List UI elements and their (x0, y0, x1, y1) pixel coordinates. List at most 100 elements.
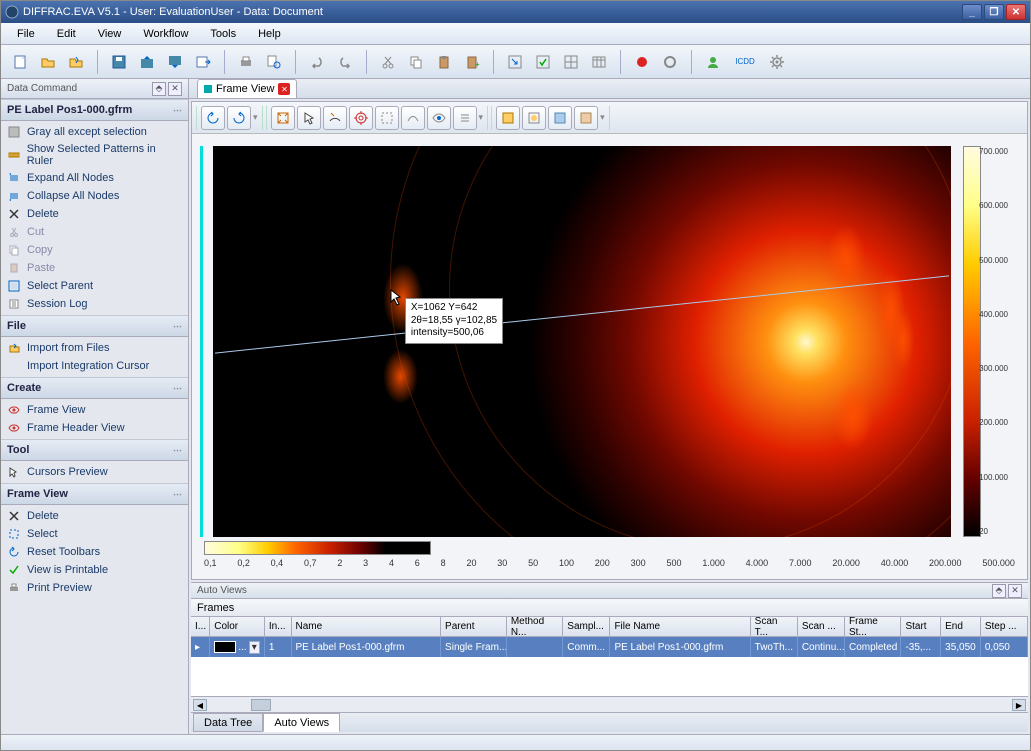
rotate-right-button[interactable] (227, 106, 251, 130)
select-arc-button[interactable] (323, 106, 347, 130)
close-sidebar-button[interactable]: ✕ (168, 82, 182, 96)
scale-sqrt-button[interactable] (548, 106, 572, 130)
panel-tool[interactable]: Tool⋯ (1, 440, 188, 461)
cmd-delete[interactable]: Delete (1, 205, 188, 223)
record2-button[interactable] (657, 49, 683, 75)
cmd-show-selected-patterns-in-ruler[interactable]: Show Selected Patterns in Ruler (1, 141, 188, 169)
col-8[interactable]: Scan T... (751, 617, 798, 636)
col-1[interactable]: Color (210, 617, 265, 636)
copy-button[interactable] (403, 49, 429, 75)
menu-help[interactable]: Help (248, 25, 291, 43)
cmd-paste[interactable]: Paste (1, 259, 188, 277)
cmd-collapse-all-nodes[interactable]: Collapse All Nodes (1, 187, 188, 205)
tab-data-tree[interactable]: Data Tree (193, 713, 263, 732)
menu-view[interactable]: View (88, 25, 132, 43)
table-tool-button[interactable] (586, 49, 612, 75)
paste-plus-button[interactable]: + (459, 49, 485, 75)
minimize-button[interactable]: _ (962, 4, 982, 20)
tab-frame-view[interactable]: Frame View ✕ (197, 79, 297, 98)
save-button[interactable] (106, 49, 132, 75)
cmd-view-is-printable[interactable]: View is Printable (1, 561, 188, 579)
open-button[interactable] (35, 49, 61, 75)
cmd-gray-all-except-selection[interactable]: Gray all except selection (1, 123, 188, 141)
fit-button[interactable] (271, 106, 295, 130)
print-preview-button[interactable] (261, 49, 287, 75)
cursor-tool-button[interactable] (502, 49, 528, 75)
col-4[interactable]: Parent (441, 617, 507, 636)
pointer-button[interactable] (297, 106, 321, 130)
grid-tool-button[interactable] (558, 49, 584, 75)
close-tab-button[interactable]: ✕ (278, 83, 290, 95)
cmd-select-parent[interactable]: Select Parent (1, 277, 188, 295)
cmd-import-from-files[interactable]: Import from Files (1, 339, 188, 357)
cmd-frame-view[interactable]: Frame View (1, 401, 188, 419)
new-doc-button[interactable] (7, 49, 33, 75)
cmd-print-preview[interactable]: Print Preview (1, 579, 188, 597)
record-button[interactable] (629, 49, 655, 75)
undo-button[interactable] (304, 49, 330, 75)
save-up-button[interactable] (134, 49, 160, 75)
import-button[interactable] (63, 49, 89, 75)
rotate-left-button[interactable] (201, 106, 225, 130)
panel-file[interactable]: File⋯ (1, 316, 188, 337)
path-button[interactable] (401, 106, 425, 130)
pin-button[interactable]: ⬘ (152, 82, 166, 96)
col-13[interactable]: Step ... (981, 617, 1028, 636)
col-5[interactable]: Method N... (507, 617, 563, 636)
scale-custom-button[interactable] (574, 106, 598, 130)
col-0[interactable]: I... (191, 617, 210, 636)
cmd-copy[interactable]: Copy (1, 241, 188, 259)
cmd-frame-header-view[interactable]: Frame Header View (1, 419, 188, 437)
icdd-button[interactable]: ICDD (728, 49, 762, 75)
menu-file[interactable]: File (7, 25, 45, 43)
table-row[interactable]: ▸...▾1PE Label Pos1-000.gfrmSingle Fram.… (191, 637, 1028, 657)
list-button[interactable] (453, 106, 477, 130)
cmd-import-integration-cursor[interactable]: Import Integration Cursor (1, 357, 188, 375)
scroll-thumb[interactable] (251, 699, 271, 711)
frames-header[interactable]: Frames (191, 599, 1028, 617)
user-button[interactable] (700, 49, 726, 75)
horizontal-scrollbar[interactable]: ◀ ▶ (191, 696, 1028, 712)
close-button[interactable]: ✕ (1006, 4, 1026, 20)
panel-file-header[interactable]: PE Label Pos1-000.gfrm ⋯ (1, 100, 188, 121)
cmd-reset-toolbars[interactable]: Reset Toolbars (1, 543, 188, 561)
region-button[interactable] (375, 106, 399, 130)
diffraction-image[interactable]: X=1062 Y=642 2θ=18,55 γ=102,85 intensity… (213, 146, 951, 537)
panel-frame-view[interactable]: Frame View⋯ (1, 484, 188, 505)
cut-button[interactable] (375, 49, 401, 75)
save-down-button[interactable] (162, 49, 188, 75)
cmd-cursors-preview[interactable]: Cursors Preview (1, 463, 188, 481)
menu-tools[interactable]: Tools (200, 25, 246, 43)
col-9[interactable]: Scan ... (798, 617, 845, 636)
scroll-left-button[interactable]: ◀ (193, 699, 207, 711)
cmd-cut[interactable]: Cut (1, 223, 188, 241)
redo-button[interactable] (332, 49, 358, 75)
scale-lin-button[interactable] (496, 106, 520, 130)
cmd-select[interactable]: Select (1, 525, 188, 543)
scroll-right-button[interactable]: ▶ (1012, 699, 1026, 711)
col-2[interactable]: In... (265, 617, 292, 636)
col-7[interactable]: File Name (610, 617, 750, 636)
target-button[interactable] (349, 106, 373, 130)
col-3[interactable]: Name (292, 617, 442, 636)
col-11[interactable]: Start (901, 617, 941, 636)
menu-edit[interactable]: Edit (47, 25, 86, 43)
av-pin-button[interactable]: ⬘ (992, 584, 1006, 598)
gear-button[interactable] (764, 49, 790, 75)
scale-log-button[interactable] (522, 106, 546, 130)
col-12[interactable]: End (941, 617, 981, 636)
panel-create[interactable]: Create⋯ (1, 378, 188, 399)
visibility-button[interactable] (427, 106, 451, 130)
paste-button[interactable] (431, 49, 457, 75)
print-button[interactable] (233, 49, 259, 75)
check-tool-button[interactable] (530, 49, 556, 75)
export-button[interactable] (190, 49, 216, 75)
cmd-expand-all-nodes[interactable]: Expand All Nodes (1, 169, 188, 187)
maximize-button[interactable]: ❐ (984, 4, 1004, 20)
av-close-button[interactable]: ✕ (1008, 584, 1022, 598)
cmd-delete[interactable]: Delete (1, 507, 188, 525)
col-10[interactable]: Frame St... (845, 617, 901, 636)
menu-workflow[interactable]: Workflow (133, 25, 198, 43)
col-6[interactable]: Sampl... (563, 617, 610, 636)
tab-auto-views[interactable]: Auto Views (263, 713, 340, 732)
